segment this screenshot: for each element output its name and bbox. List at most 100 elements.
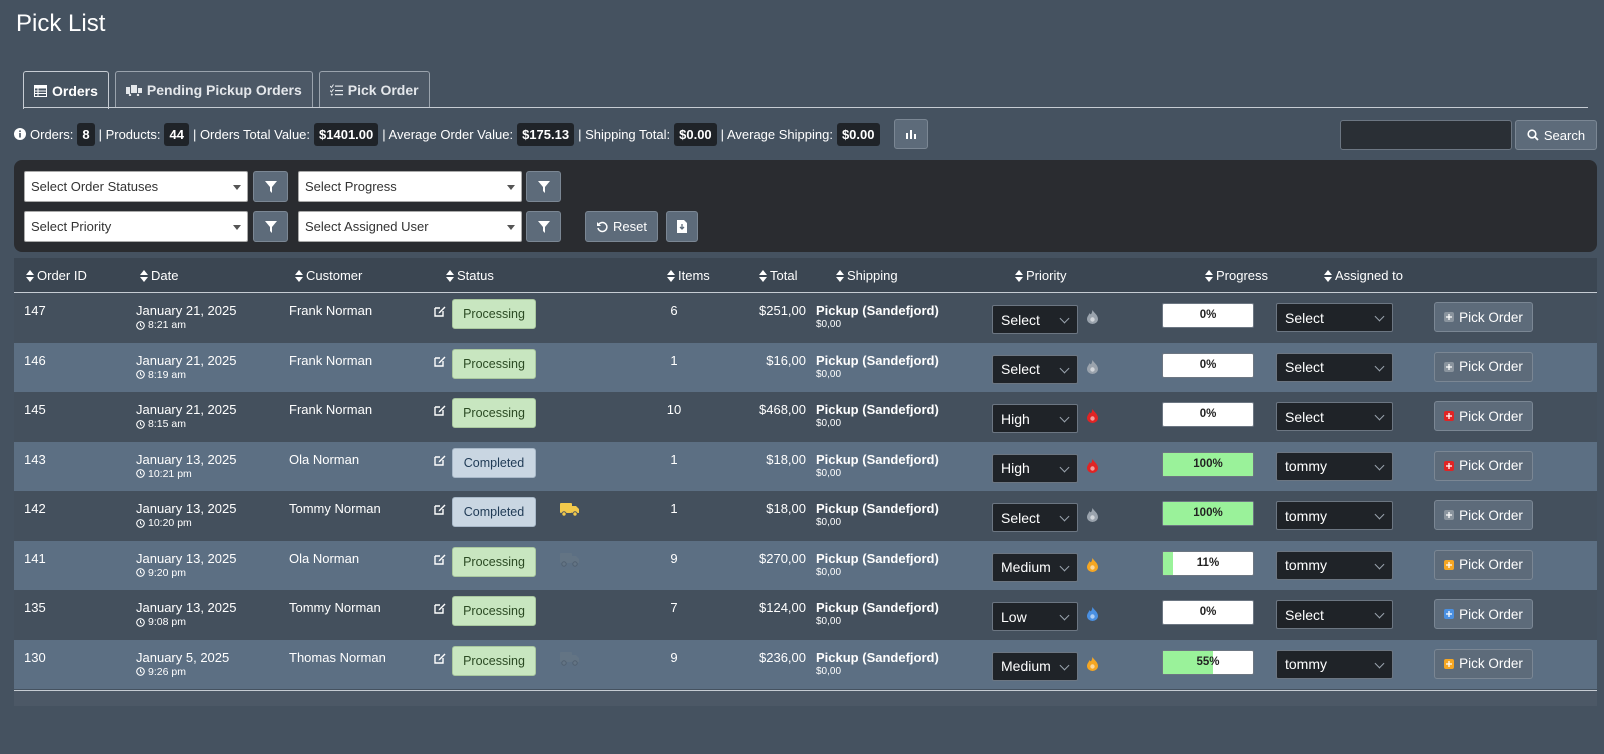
order-id: 147 (24, 303, 46, 318)
sort-icon (140, 269, 148, 282)
header-progress[interactable]: Progress (1205, 268, 1268, 283)
table-row: 141 January 13, 2025 9:20 pm Ola Norman Proc… (14, 540, 1597, 590)
header-label: Assigned to (1335, 268, 1403, 283)
sort-icon (446, 269, 454, 282)
header-assigned[interactable]: Assigned to (1324, 268, 1403, 283)
pick-order-button[interactable]: Pick Order (1434, 599, 1533, 629)
status-badge[interactable]: Processing (452, 645, 536, 676)
header-items[interactable]: Items (667, 268, 710, 283)
shipping-method: Pickup (Sandefjord) (816, 451, 939, 467)
stats-bar: Orders: 8 | Products: 44 | Orders Total … (14, 119, 928, 149)
header-customer[interactable]: Customer (295, 268, 362, 283)
search-input[interactable] (1340, 120, 1512, 150)
sort-icon (759, 269, 767, 282)
table-icon (34, 84, 47, 97)
orders-count: 8 (77, 122, 95, 146)
status-badge[interactable]: Processing (452, 546, 536, 577)
header-label: Items (678, 268, 710, 283)
assigned-user-select[interactable]: Select (1276, 352, 1393, 382)
priority-select[interactable]: Medium (992, 552, 1078, 582)
status-badge[interactable]: Completed (452, 497, 536, 527)
edit-icon[interactable] (434, 652, 446, 667)
export-button[interactable] (666, 211, 698, 242)
progress-filter-button[interactable] (526, 171, 561, 202)
shipping-method: Pickup (Sandefjord) (816, 402, 939, 417)
plus-square-icon (1444, 312, 1455, 322)
tab-pick-order[interactable]: Pick Order (318, 71, 430, 108)
edit-icon[interactable] (434, 355, 446, 370)
pick-order-button[interactable]: Pick Order (1434, 351, 1533, 382)
order-time: 8:15 am (136, 418, 186, 430)
tab-pending-pickup[interactable]: Pending Pickup Orders (114, 71, 313, 108)
order-total: $270,00 (759, 550, 806, 566)
total-value-label: | Orders Total Value: (192, 126, 311, 142)
priority-select[interactable]: Select (992, 305, 1078, 334)
search-button-label: Search (1543, 127, 1586, 143)
tab-bar: Orders Pending Pickup Orders Pick Order (23, 71, 430, 109)
items-count: 6 (670, 303, 678, 318)
assigned-user-select[interactable]: tommy (1276, 550, 1393, 580)
priority-select[interactable]: High (992, 453, 1078, 483)
header-date[interactable]: Date (140, 268, 178, 283)
header-priority[interactable]: Priority (1015, 268, 1066, 283)
reset-button[interactable]: Reset (585, 211, 658, 242)
search-button[interactable]: Search (1515, 120, 1597, 150)
priority-select[interactable]: Select (992, 503, 1078, 532)
pick-order-button[interactable]: Pick Order (1434, 500, 1533, 530)
status-badge[interactable]: Processing (452, 596, 536, 626)
progress-select[interactable]: Select Progress (298, 171, 522, 202)
filter-icon (264, 220, 277, 233)
edit-icon[interactable] (434, 503, 446, 518)
order-status-filter-button[interactable] (253, 171, 288, 202)
priority-select[interactable]: Select Priority (24, 211, 248, 242)
assigned-user-select[interactable]: Select Assigned User (298, 211, 522, 242)
priority-filter-button[interactable] (253, 211, 288, 242)
header-label: Status (457, 268, 494, 283)
edit-icon[interactable] (434, 305, 446, 320)
delivery-truck-icon[interactable] (560, 551, 580, 570)
order-date: January 21, 2025 (136, 352, 237, 368)
edit-icon[interactable] (434, 553, 446, 568)
order-status-select[interactable]: Select Order Statuses (24, 171, 248, 202)
priority-select[interactable]: Medium (992, 651, 1078, 681)
progress-bar: 55% (1162, 649, 1254, 675)
pick-order-button[interactable]: Pick Order (1434, 450, 1533, 481)
status-badge[interactable]: Processing (452, 348, 536, 379)
status-badge[interactable]: Processing (452, 299, 536, 329)
table-header: Order ID Date Customer Status Items Tota… (14, 258, 1597, 293)
tab-orders[interactable]: Orders (23, 71, 109, 109)
header-shipping[interactable]: Shipping (836, 268, 898, 283)
header-label: Total (770, 268, 798, 283)
assigned-user-select[interactable]: tommy (1276, 501, 1393, 530)
assigned-user-select[interactable]: tommy (1276, 649, 1393, 679)
delivery-truck-icon[interactable] (560, 650, 580, 669)
status-badge[interactable]: Processing (452, 398, 536, 428)
order-total: $236,00 (759, 649, 806, 665)
priority-select[interactable]: Low (992, 602, 1078, 631)
assigned-user-select[interactable]: tommy (1276, 451, 1393, 481)
delivery-truck-icon[interactable] (560, 501, 580, 520)
progress-label: 0% (1199, 309, 1217, 321)
header-status[interactable]: Status (446, 268, 494, 283)
edit-icon[interactable] (434, 454, 446, 469)
assigned-user-select[interactable]: Select (1276, 303, 1393, 332)
priority-select[interactable]: High (992, 404, 1078, 433)
items-count: 7 (670, 600, 678, 615)
order-time: 10:21 pm (136, 468, 192, 480)
clock-icon (136, 320, 145, 330)
pick-order-button[interactable]: Pick Order (1434, 302, 1533, 332)
chart-button[interactable] (893, 119, 928, 149)
header-total[interactable]: Total (759, 268, 797, 283)
status-badge[interactable]: Completed (452, 447, 536, 478)
shipping-method: Pickup (Sandefjord) (816, 600, 939, 615)
assigned-user-filter-button[interactable] (526, 211, 561, 242)
header-order-id[interactable]: Order ID (26, 268, 87, 283)
priority-select[interactable]: Select (992, 354, 1078, 384)
edit-icon[interactable] (434, 602, 446, 617)
edit-icon[interactable] (434, 404, 446, 419)
pick-order-button[interactable]: Pick Order (1434, 648, 1533, 679)
pick-order-button[interactable]: Pick Order (1434, 401, 1533, 431)
pick-order-button[interactable]: Pick Order (1434, 549, 1533, 580)
assigned-user-select[interactable]: Select (1276, 402, 1393, 431)
assigned-user-select[interactable]: Select (1276, 600, 1393, 629)
